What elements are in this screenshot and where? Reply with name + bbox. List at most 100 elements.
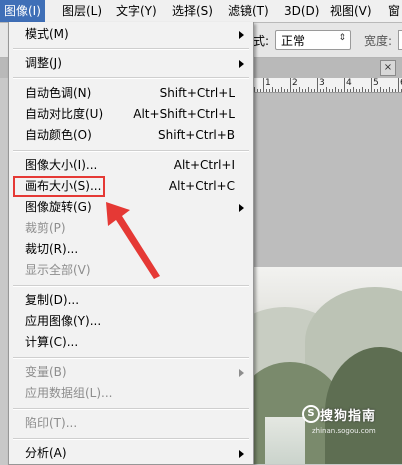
ruler-number: 1 bbox=[265, 78, 271, 88]
ruler-tick bbox=[293, 89, 294, 92]
menu-filter[interactable]: 滤镜(T) bbox=[224, 0, 273, 22]
menu-item-image-size[interactable]: 图像大小(I)... Alt+Ctrl+I bbox=[9, 155, 253, 176]
ruler-tick bbox=[329, 89, 330, 92]
ruler-number: 4 bbox=[346, 78, 352, 88]
ruler-tick bbox=[350, 89, 351, 92]
menu-3d[interactable]: 3D(D) bbox=[280, 0, 323, 22]
ruler-tick bbox=[347, 89, 348, 92]
menu-item-label: 裁切(R)... bbox=[25, 242, 79, 256]
menu-item-auto-tone[interactable]: 自动色调(N) Shift+Ctrl+L bbox=[9, 83, 253, 104]
menu-item-label: 陷印(T)... bbox=[25, 416, 78, 430]
menu-item-label: 变量(B) bbox=[25, 365, 67, 379]
watermark-url: zhinan.sogou.com bbox=[312, 427, 376, 435]
menu-item-label: 自动色调(N) bbox=[25, 86, 92, 100]
menu-item-apply-data-set: 应用数据组(L)... bbox=[9, 383, 253, 404]
menu-item-auto-color[interactable]: 自动颜色(O) Shift+Ctrl+B bbox=[9, 125, 253, 146]
ruler-tick bbox=[386, 89, 387, 92]
ruler-tick bbox=[290, 78, 291, 92]
menu-separator bbox=[13, 77, 249, 79]
width-label: 宽度: bbox=[364, 34, 393, 48]
menu-item-adjust[interactable]: 调整(J) bbox=[9, 53, 253, 74]
ruler-tick bbox=[383, 89, 384, 92]
menu-item-label: 图像旋转(G) bbox=[25, 200, 92, 214]
menu-item-label: 自动对比度(U) bbox=[25, 107, 104, 121]
ruler-tick bbox=[392, 89, 393, 92]
ruler-tick bbox=[365, 89, 366, 92]
ruler-tick bbox=[326, 87, 327, 92]
menu-separator bbox=[13, 285, 249, 287]
ruler-tick bbox=[323, 89, 324, 92]
menu-item-apply-image[interactable]: 应用图像(Y)... bbox=[9, 311, 253, 332]
submenu-arrow-icon bbox=[239, 450, 244, 458]
menu-layer[interactable]: 图层(L) bbox=[58, 0, 106, 22]
menu-item-calculations[interactable]: 计算(C)... bbox=[9, 332, 253, 353]
ruler-tick bbox=[353, 87, 354, 92]
ruler-tick bbox=[338, 89, 339, 92]
ruler-tick bbox=[332, 89, 333, 92]
submenu-arrow-icon bbox=[239, 60, 244, 68]
ruler-tick bbox=[371, 78, 372, 92]
ruler-tick bbox=[263, 78, 264, 92]
menu-item-mode[interactable]: 模式(M) bbox=[9, 24, 253, 45]
horizontal-ruler: 1 2 3 4 5 6 bbox=[245, 78, 402, 93]
ruler-tick bbox=[314, 89, 315, 92]
menu-window[interactable]: 窗 bbox=[384, 0, 402, 22]
menu-item-variables: 变量(B) bbox=[9, 362, 253, 383]
width-input[interactable] bbox=[398, 30, 402, 50]
menu-item-auto-contrast[interactable]: 自动对比度(U) Alt+Shift+Ctrl+L bbox=[9, 104, 253, 125]
ruler-tick bbox=[380, 87, 381, 92]
menu-image[interactable]: 图像(I) bbox=[0, 0, 45, 22]
ruler-tick bbox=[359, 89, 360, 92]
menu-separator bbox=[13, 408, 249, 410]
menu-select[interactable]: 选择(S) bbox=[168, 0, 217, 22]
menu-item-shortcut: Alt+Ctrl+C bbox=[168, 179, 235, 193]
menu-item-trap: 陷印(T)... bbox=[9, 413, 253, 434]
submenu-arrow-icon bbox=[239, 31, 244, 39]
ruler-tick bbox=[341, 89, 342, 92]
ruler-tick bbox=[284, 89, 285, 92]
red-arrow-icon bbox=[106, 202, 160, 279]
ruler-tick bbox=[362, 87, 363, 92]
highlight-box bbox=[13, 176, 105, 197]
ruler-tick bbox=[356, 89, 357, 92]
menubar: 图像(I) 图层(L) 文字(Y) 选择(S) 滤镜(T) 3D(D) 视图(V… bbox=[0, 0, 402, 23]
menu-item-shortcut: Shift+Ctrl+B bbox=[158, 128, 235, 142]
menu-item-analysis[interactable]: 分析(A) bbox=[9, 443, 253, 464]
ruler-tick bbox=[389, 87, 390, 92]
style-select[interactable]: 正常 ⇕ bbox=[275, 30, 351, 50]
menu-item-label: 显示全部(V) bbox=[25, 263, 91, 277]
menu-view[interactable]: 视图(V) bbox=[326, 0, 376, 22]
ruler-tick bbox=[335, 87, 336, 92]
ruler-tick bbox=[254, 87, 255, 92]
ruler-number: 2 bbox=[292, 78, 298, 88]
ruler-tick bbox=[287, 89, 288, 92]
ruler-tick bbox=[260, 89, 261, 92]
ruler-tick bbox=[266, 89, 267, 92]
menu-item-shortcut: Alt+Ctrl+I bbox=[173, 158, 235, 172]
close-icon[interactable]: × bbox=[380, 60, 396, 76]
menu-item-label: 应用数据组(L)... bbox=[25, 386, 113, 400]
menu-item-shortcut: Shift+Ctrl+L bbox=[159, 86, 235, 100]
ruler-tick bbox=[311, 89, 312, 92]
ruler-tick bbox=[377, 89, 378, 92]
ruler-tick bbox=[305, 89, 306, 92]
menu-item-label: 图像大小(I)... bbox=[25, 158, 98, 172]
ruler-tick bbox=[275, 89, 276, 92]
ruler-tick bbox=[308, 87, 309, 92]
ruler-tick bbox=[344, 78, 345, 92]
menu-separator bbox=[13, 48, 249, 50]
ruler-tick bbox=[257, 89, 258, 92]
menu-item-label: 调整(J) bbox=[25, 56, 62, 70]
ruler-tick bbox=[395, 89, 396, 92]
menu-item-duplicate[interactable]: 复制(D)... bbox=[9, 290, 253, 311]
ruler-tick bbox=[281, 87, 282, 92]
menu-item-label: 分析(A) bbox=[25, 446, 67, 460]
menu-type[interactable]: 文字(Y) bbox=[112, 0, 161, 22]
ruler-tick bbox=[320, 89, 321, 92]
ruler-tick bbox=[278, 89, 279, 92]
submenu-arrow-icon bbox=[239, 204, 244, 212]
select-arrows-icon: ⇕ bbox=[338, 33, 346, 43]
watermark-text: 搜狗指南 bbox=[320, 409, 377, 424]
submenu-arrow-icon bbox=[239, 369, 244, 377]
ruler-tick bbox=[398, 78, 399, 92]
